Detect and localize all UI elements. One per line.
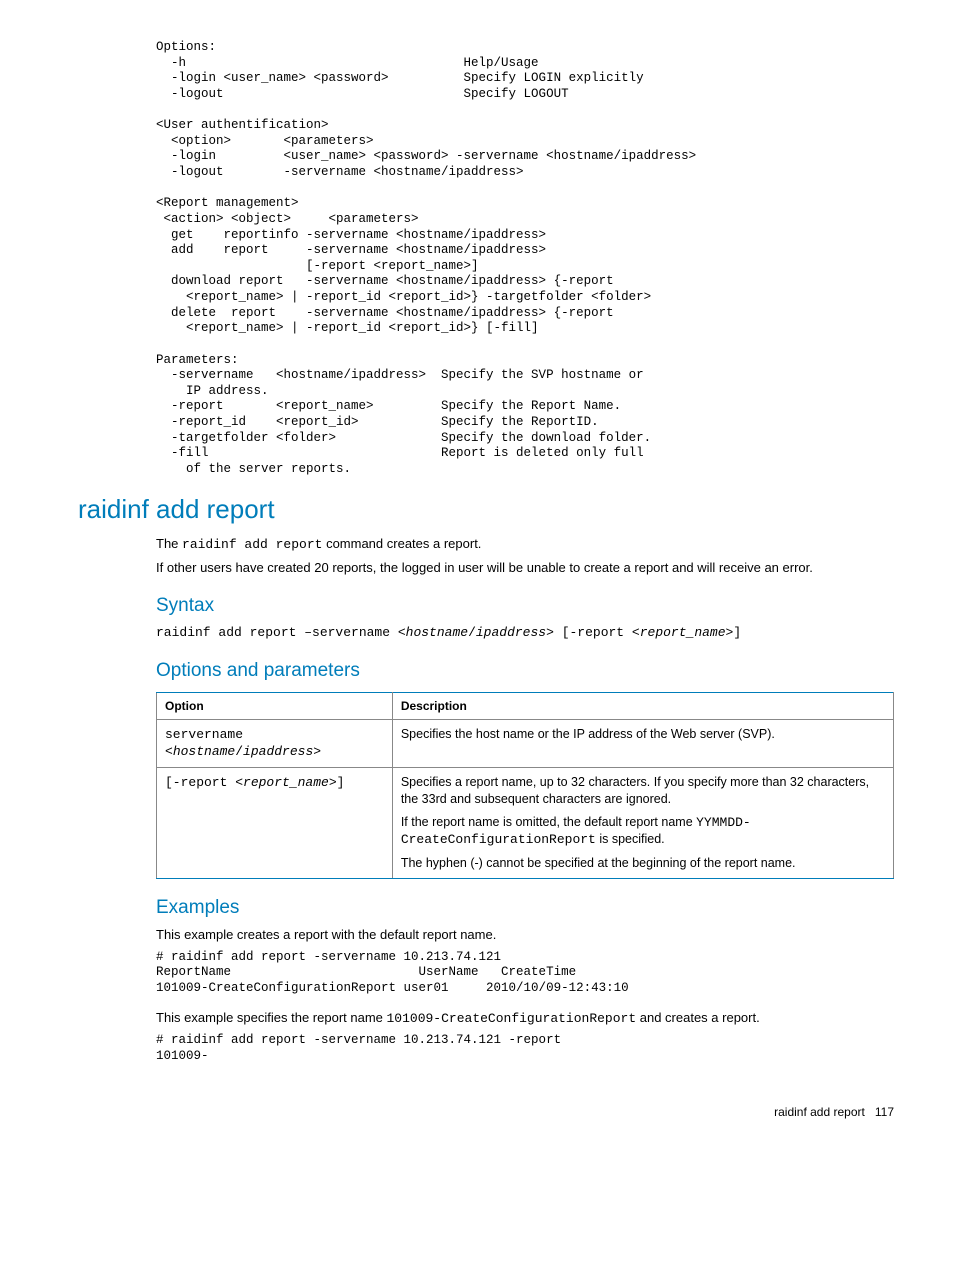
options-code-block: Options: -h Help/Usage -login <user_name… xyxy=(156,40,894,478)
syntax-line: raidinf add report –servername <hostname… xyxy=(156,624,894,642)
options-heading: Options and parameters xyxy=(156,658,894,684)
text: / xyxy=(235,744,243,759)
inline-code: raidinf add report xyxy=(182,537,322,552)
footer-page-number: 117 xyxy=(875,1105,894,1119)
option-cell: servername <hostname/ipaddress> xyxy=(157,719,393,767)
intro-paragraph-2: If other users have created 20 reports, … xyxy=(156,559,894,577)
table-header-description: Description xyxy=(392,692,893,719)
options-table: Option Description servername <hostname/… xyxy=(156,692,894,879)
description-cell: Specifies the host name or the IP addres… xyxy=(392,719,893,767)
option-placeholder: hostname xyxy=(173,744,235,759)
table-header-option: Option xyxy=(157,692,393,719)
text: > [-report < xyxy=(546,625,640,640)
text: >] xyxy=(726,625,742,640)
examples-heading: Examples xyxy=(156,895,894,921)
inline-code: 101009-CreateConfigurationReport xyxy=(387,1011,637,1026)
intro-paragraph-1: The raidinf add report command creates a… xyxy=(156,535,894,554)
syntax-placeholder: ipaddress xyxy=(476,625,546,640)
description-cell: Specifies a report name, up to 32 charac… xyxy=(392,767,893,878)
syntax-placeholder: hostname xyxy=(406,625,468,640)
syntax-heading: Syntax xyxy=(156,593,894,619)
syntax-placeholder: report_name xyxy=(640,625,726,640)
example-code-1: # raidinf add report -servername 10.213.… xyxy=(156,950,894,997)
text: raidinf add report –servername < xyxy=(156,625,406,640)
desc-line: The hyphen (-) cannot be specified at th… xyxy=(401,855,885,872)
table-row: servername <hostname/ipaddress> Specifie… xyxy=(157,719,894,767)
table-row: [-report <report_name>] Specifies a repo… xyxy=(157,767,894,878)
text: This example specifies the report name xyxy=(156,1010,387,1025)
text: and creates a report. xyxy=(636,1010,760,1025)
desc-line: If the report name is omitted, the defau… xyxy=(401,814,885,849)
text: If the report name is omitted, the defau… xyxy=(401,815,696,829)
text: [-report < xyxy=(165,775,243,790)
example-code-2: # raidinf add report -servername 10.213.… xyxy=(156,1033,894,1064)
option-placeholder: ipaddress xyxy=(243,744,313,759)
section-heading-raidinf-add-report: raidinf add report xyxy=(78,492,894,527)
text: > xyxy=(313,744,321,759)
text: >] xyxy=(329,775,345,790)
option-cell: [-report <report_name>] xyxy=(157,767,393,878)
desc-line: Specifies a report name, up to 32 charac… xyxy=(401,774,885,808)
footer-title: raidinf add report xyxy=(774,1105,865,1119)
example-text-2: This example specifies the report name 1… xyxy=(156,1009,894,1028)
page-footer: raidinf add report 117 xyxy=(78,1104,894,1120)
text: The xyxy=(156,536,182,551)
text: command creates a report. xyxy=(322,536,481,551)
option-placeholder: report_name xyxy=(243,775,329,790)
example-text-1: This example creates a report with the d… xyxy=(156,926,894,944)
text: / xyxy=(468,625,476,640)
text: is specified. xyxy=(596,832,665,846)
